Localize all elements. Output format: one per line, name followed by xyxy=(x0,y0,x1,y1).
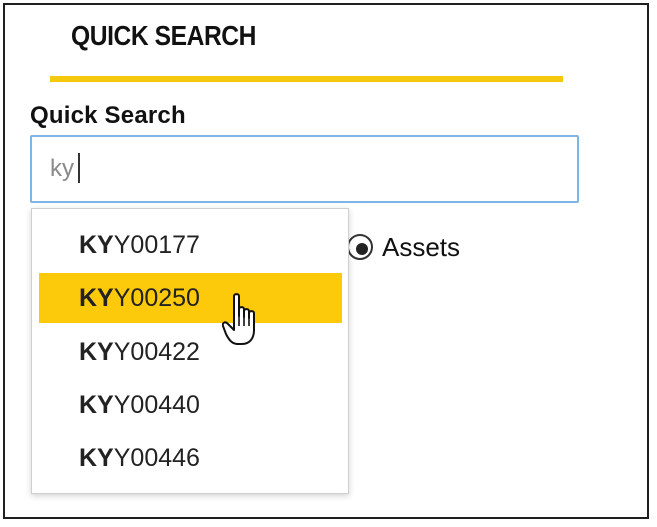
hand-pointer-icon xyxy=(222,293,255,345)
quick-search-label: Quick Search xyxy=(30,102,186,129)
radio-selected-dot xyxy=(356,243,368,255)
radio-assets-label: Assets xyxy=(382,232,461,262)
item-rest-text: Y00422 xyxy=(113,338,200,366)
autocomplete-item[interactable]: KYY00446 xyxy=(39,433,342,483)
item-rest-text: Y00446 xyxy=(113,444,200,472)
autocomplete-item[interactable]: KYY00177 xyxy=(39,220,342,270)
text-caret xyxy=(78,153,80,183)
panel-title: QUICK SEARCH xyxy=(71,20,257,51)
quick-search-input[interactable] xyxy=(30,135,579,203)
autocomplete-item[interactable]: KYY00422 xyxy=(39,327,342,377)
item-rest-text: Y00177 xyxy=(113,231,200,259)
item-match-text: KY xyxy=(79,284,114,312)
item-match-text: KY xyxy=(79,444,114,472)
autocomplete-item-highlighted[interactable]: KYY00250 xyxy=(39,273,342,323)
item-rest-text: Y00250 xyxy=(113,284,200,312)
item-match-text: KY xyxy=(79,338,114,366)
item-match-text: KY xyxy=(79,391,114,419)
radio-circle xyxy=(347,234,373,260)
item-match-text: KY xyxy=(79,231,114,259)
autocomplete-dropdown: KYY00177 KYY00250 KYY00422 KYY00440 KYY0… xyxy=(31,208,349,494)
radio-assets[interactable] xyxy=(347,234,373,260)
title-underline xyxy=(50,76,563,82)
item-rest-text: Y00440 xyxy=(113,391,200,419)
autocomplete-item[interactable]: KYY00440 xyxy=(39,380,342,430)
